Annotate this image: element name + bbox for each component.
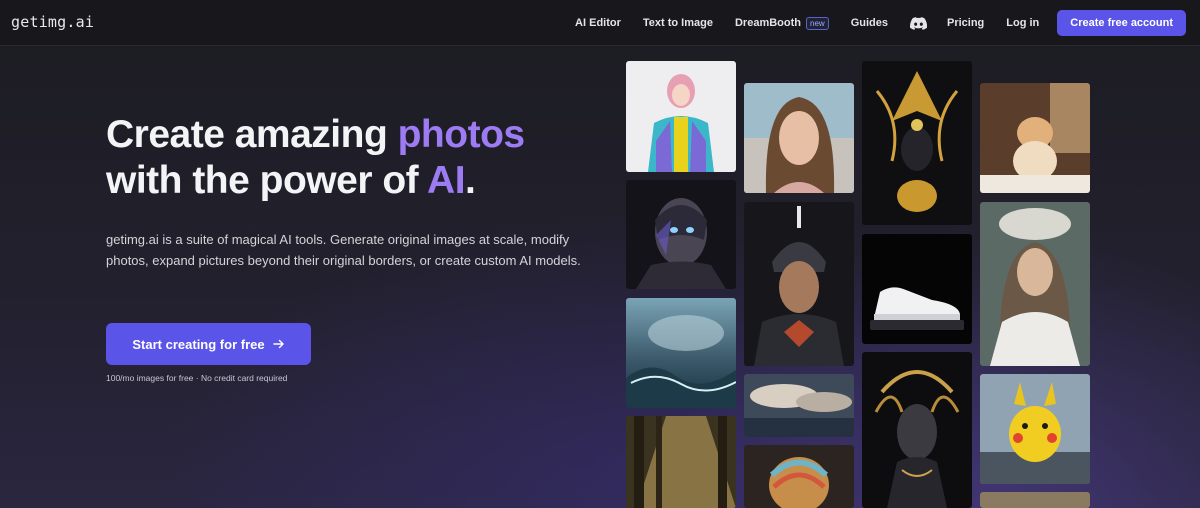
image-sci-fi-armored-man bbox=[744, 202, 854, 366]
nav-links: AI Editor Text to Image DreamBooth new G… bbox=[575, 10, 1186, 36]
top-navbar: getimg.ai AI Editor Text to Image DreamB… bbox=[0, 0, 1200, 46]
image-clouds-over-sea bbox=[744, 374, 854, 437]
nav-link-guides[interactable]: Guides bbox=[851, 17, 888, 29]
hero-title-line1: Create amazing photos bbox=[106, 113, 525, 156]
image-colorful-turban bbox=[744, 445, 854, 508]
image-white-sneaker bbox=[862, 234, 972, 344]
arrow-right-icon bbox=[272, 337, 285, 352]
create-account-button[interactable]: Create free account bbox=[1057, 10, 1186, 36]
image-dark-goddess-statue bbox=[862, 352, 972, 508]
image-partial-bottom-tile bbox=[980, 492, 1090, 508]
hero-description: getimg.ai is a suite of magical AI tools… bbox=[106, 232, 581, 268]
start-creating-label: Start creating for free bbox=[132, 336, 265, 352]
hero-title-accent-photos: photos bbox=[397, 113, 525, 156]
image-portrait-woman-beach bbox=[744, 83, 854, 193]
image-stormy-sea bbox=[626, 298, 736, 408]
nav-link-login[interactable]: Log in bbox=[1006, 17, 1039, 29]
image-sunlit-forest bbox=[626, 416, 736, 508]
image-pikachu-figure bbox=[980, 374, 1090, 484]
image-cyborg-face bbox=[626, 180, 736, 289]
new-badge: new bbox=[806, 16, 829, 30]
nav-link-pricing[interactable]: Pricing bbox=[947, 17, 984, 29]
image-cat-on-table bbox=[980, 83, 1090, 193]
nav-link-ai-editor[interactable]: AI Editor bbox=[575, 17, 621, 29]
hero-title-accent-ai: AI bbox=[427, 159, 466, 202]
image-elf-woman-flower-crown bbox=[980, 202, 1090, 366]
nav-link-text-to-image[interactable]: Text to Image bbox=[643, 17, 713, 29]
image-anime-girl-puffer-jacket bbox=[626, 61, 736, 172]
nav-link-dreambooth-label: DreamBooth bbox=[734, 17, 801, 29]
hero-title: Create amazing photos with the power of … bbox=[106, 112, 586, 204]
nav-link-dreambooth[interactable]: DreamBooth new bbox=[734, 16, 829, 30]
discord-icon[interactable] bbox=[909, 16, 927, 30]
hero-title-line2: with the power of AI. bbox=[106, 159, 476, 202]
hero-note: 100/mo images for free · No credit card … bbox=[106, 373, 288, 383]
start-creating-button[interactable]: Start creating for free bbox=[106, 323, 311, 365]
logo[interactable]: getimg.ai bbox=[11, 13, 94, 31]
image-golden-ornate-mask bbox=[862, 61, 972, 225]
